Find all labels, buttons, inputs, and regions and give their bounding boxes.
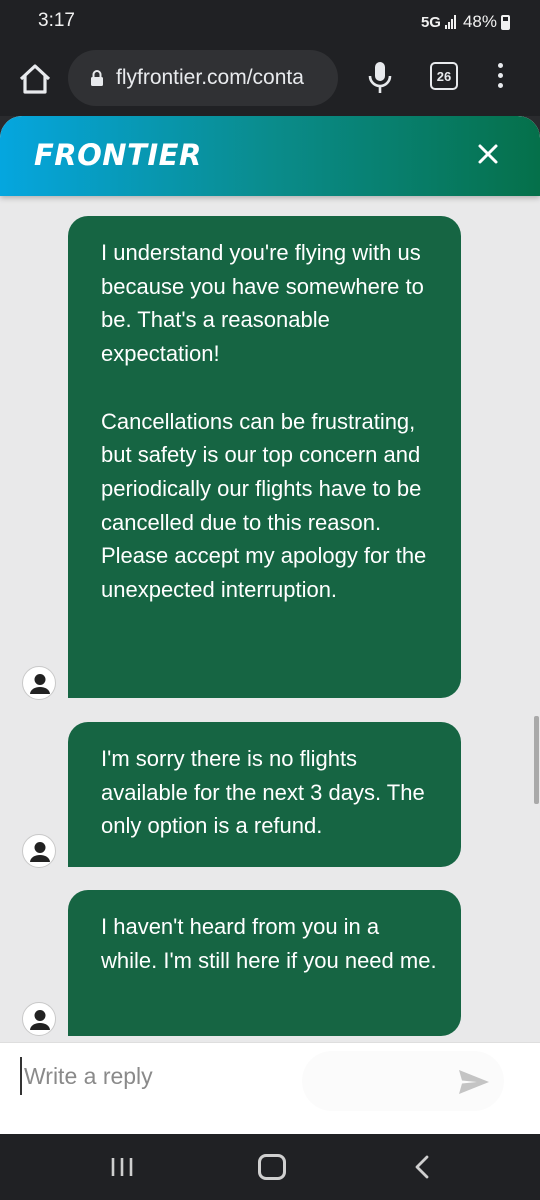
tab-count: 26: [436, 68, 452, 84]
close-icon[interactable]: [470, 136, 506, 172]
status-indicators: 5G 48%: [421, 12, 510, 32]
chat-header: FRONTIER: [0, 116, 540, 196]
browser-toolbar: flyfrontier.com/conta 26: [0, 46, 540, 116]
scrollbar[interactable]: [534, 716, 539, 804]
reply-area: [0, 1042, 540, 1134]
agent-message: I understand you're flying with us becau…: [68, 216, 461, 698]
chat-panel: FRONTIER I understand you're flying with…: [0, 116, 540, 1134]
agent-message: I haven't heard from you in a while. I'm…: [68, 890, 461, 1036]
message-list: I understand you're flying with us becau…: [0, 196, 540, 1046]
circle-home-icon[interactable]: [258, 1154, 286, 1180]
frontier-logo: FRONTIER: [34, 138, 202, 172]
reply-input[interactable]: [20, 1057, 320, 1095]
battery-icon: [501, 14, 510, 30]
user-icon: [22, 834, 56, 868]
send-icon[interactable]: [457, 1068, 491, 1096]
mic-icon[interactable]: [366, 60, 394, 96]
address-bar[interactable]: flyfrontier.com/conta: [68, 50, 338, 106]
url-text: flyfrontier.com/conta: [116, 66, 304, 89]
network-type: 5G: [420, 13, 441, 31]
signal-icon: [444, 15, 457, 29]
system-nav-bar: [0, 1134, 540, 1200]
status-bar: 3:17 5G 48%: [0, 0, 540, 46]
battery-level: 48%: [462, 12, 497, 31]
lock-icon: [91, 70, 103, 86]
home-icon[interactable]: [16, 60, 54, 98]
status-time: 3:17: [38, 10, 75, 31]
agent-message: I'm sorry there is no flights available …: [68, 722, 461, 867]
send-button-area[interactable]: [302, 1051, 504, 1111]
menu-icon[interactable]: [490, 60, 510, 96]
tabs-icon[interactable]: 26: [430, 62, 458, 90]
user-icon: [22, 1002, 56, 1036]
page-content: FRONTIER I understand you're flying with…: [0, 116, 540, 1134]
user-icon: [22, 666, 56, 700]
back-icon[interactable]: [412, 1154, 432, 1180]
recents-icon[interactable]: [110, 1156, 134, 1178]
